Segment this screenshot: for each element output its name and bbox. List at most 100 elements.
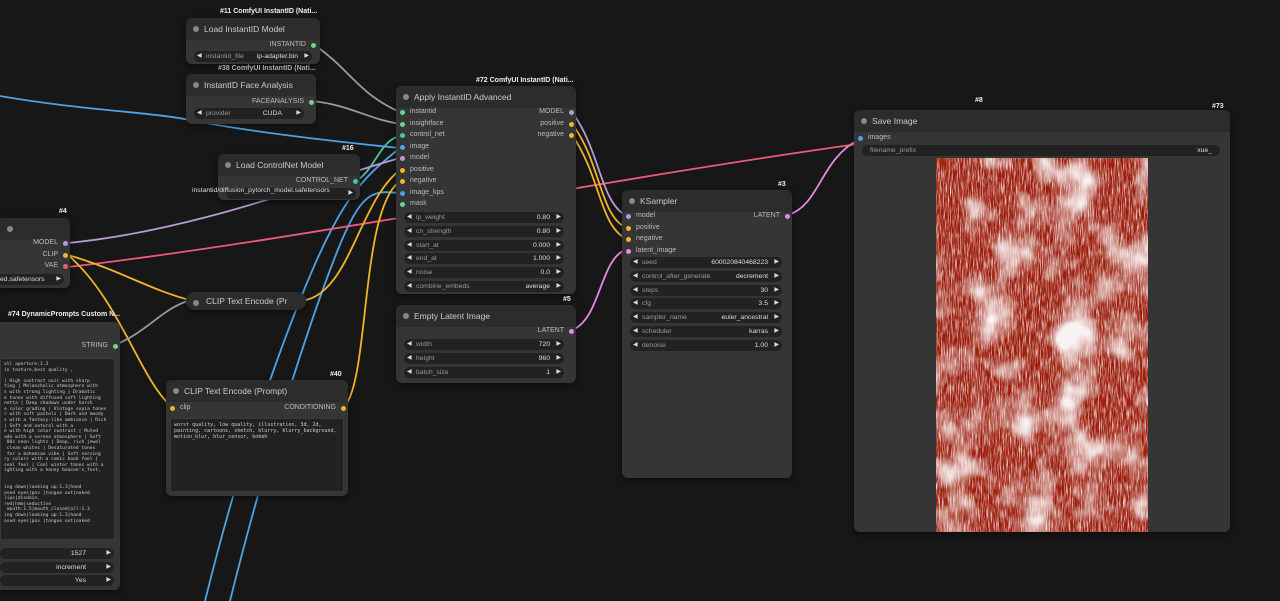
slot-dot[interactable] [400, 156, 405, 161]
slot-dot[interactable] [63, 241, 68, 246]
dynamic-prompts-node[interactable]: STRING all aperture:1.3 in texture,best … [0, 322, 120, 590]
input-image[interactable]: image [400, 143, 429, 150]
arrow-right-icon[interactable]: ▶ [556, 281, 561, 292]
output-positive[interactable]: positive [540, 120, 574, 127]
widget-start-at[interactable]: ◀ start_at 0.000 ▶ [404, 239, 564, 251]
input-insightface[interactable]: insightface [400, 120, 443, 127]
output-faceanalysis[interactable]: FACEANALYSIS [252, 98, 314, 105]
node-title[interactable]: Save Image [854, 110, 1230, 132]
output-image-preview[interactable] [936, 158, 1148, 532]
slot-dot[interactable] [569, 133, 574, 138]
seed-widget[interactable]: 1527 ▶ [0, 548, 114, 559]
arrow-left-icon[interactable]: ◀ [407, 367, 412, 378]
output-model[interactable]: MODEL [33, 239, 68, 246]
slot-dot[interactable] [626, 248, 631, 254]
widget-control-after-generate[interactable]: ◀ control_after_generate decrement ▶ [630, 270, 782, 282]
input-mask[interactable]: mask [400, 200, 427, 207]
slot-dot[interactable] [400, 121, 405, 127]
widget-cfg[interactable]: ◀ cfg 3.5 ▶ [630, 298, 782, 310]
enabled-widget[interactable]: Yes ▶ [0, 575, 114, 586]
arrow-left-icon[interactable]: ◀ [633, 285, 638, 296]
slot-dot[interactable] [626, 225, 631, 231]
control-widget[interactable]: increment ▶ [0, 562, 114, 573]
widget-steps[interactable]: ◀ steps 30 ▶ [630, 284, 782, 296]
slot-dot[interactable] [626, 214, 631, 219]
output-latent[interactable]: LATENT [754, 212, 790, 219]
slot-dot[interactable] [400, 190, 405, 196]
input-negative[interactable]: negative [626, 235, 662, 242]
output-conditioning[interactable]: CONDITIONING [284, 404, 346, 411]
arrow-left-icon[interactable]: ◀ [407, 267, 412, 278]
clip-encode-positive-node[interactable]: CLIP Text Encode (Pr [186, 292, 306, 310]
arrow-left-icon[interactable]: ◀ [407, 253, 412, 264]
arrow-right-icon[interactable]: ▶ [304, 51, 309, 62]
arrow-right-icon[interactable]: ▶ [556, 253, 561, 264]
arrow-right-icon[interactable]: ▶ [556, 339, 561, 350]
provider-select[interactable]: ◀ provider CUDA ▶ [194, 108, 304, 119]
arrow-left-icon[interactable]: ◀ [197, 108, 202, 119]
filename-prefix-input[interactable]: filename_prefix xue_ [862, 145, 1220, 156]
widget-height[interactable]: ◀ height 960 ▶ [404, 353, 564, 364]
widget-ip-weight[interactable]: ◀ ip_weight 0.80 ▶ [404, 212, 564, 223]
input-clip[interactable]: clip [170, 404, 191, 411]
clip-encode-negative-node[interactable]: CLIP Text Encode (Prompt) clip CONDITION… [166, 380, 348, 496]
slot-dot[interactable] [400, 144, 405, 150]
widget-seed[interactable]: ◀ seed 600020840468223 ▶ [630, 257, 782, 268]
instantid-file-select[interactable]: ◀ instantid_file ip-adapter.bin ▶ [194, 51, 312, 62]
slot-dot[interactable] [400, 110, 405, 115]
input-model[interactable]: model [400, 154, 429, 161]
arrow-left-icon[interactable]: ◀ [633, 298, 638, 309]
input-latent-image[interactable]: latent_image [626, 247, 676, 254]
slot-dot[interactable] [569, 110, 574, 115]
arrow-left-icon[interactable]: ◀ [633, 326, 638, 337]
output-model[interactable]: MODEL [539, 108, 574, 115]
output-control-net[interactable]: CONTROL_NET [296, 177, 358, 184]
node-title[interactable]: Load ControlNet Model [218, 154, 360, 176]
apply-instantid-node[interactable]: Apply InstantID Advanced instantid insigh… [396, 86, 576, 294]
input-positive[interactable]: positive [400, 166, 434, 173]
arrow-left-icon[interactable]: ◀ [633, 257, 638, 268]
arrow-left-icon[interactable]: ◀ [407, 339, 412, 350]
arrow-right-icon[interactable]: ▶ [348, 188, 353, 199]
widget-batch-size[interactable]: ◀ batch_size 1 ▶ [404, 367, 564, 378]
arrow-right-icon[interactable]: ▶ [556, 367, 561, 378]
arrow-right-icon[interactable]: ▶ [106, 575, 111, 586]
slot-dot[interactable] [626, 237, 631, 242]
slot-dot[interactable] [400, 202, 405, 207]
prompt-textarea[interactable]: all aperture:1.3 in texture,best quality… [0, 358, 115, 540]
face-analysis-node[interactable]: InstantID Face Analysis FACEANALYSIS ◀ p… [186, 74, 316, 124]
arrow-right-icon[interactable]: ▶ [774, 340, 779, 351]
arrow-left-icon[interactable]: ◀ [407, 353, 412, 364]
node-title[interactable]: Apply InstantID Advanced [396, 86, 576, 108]
input-images[interactable]: images [858, 134, 891, 141]
slot-dot[interactable] [400, 179, 405, 184]
output-clip[interactable]: CLIP [42, 251, 68, 258]
input-image-kps[interactable]: image_kps [400, 189, 444, 196]
arrow-left-icon[interactable]: ◀ [407, 226, 412, 237]
arrow-right-icon[interactable]: ▶ [774, 298, 779, 309]
input-instantid[interactable]: instantid [400, 108, 436, 115]
arrow-left-icon[interactable]: ◀ [633, 271, 638, 282]
arrow-right-icon[interactable]: ▶ [774, 285, 779, 296]
arrow-right-icon[interactable]: ▶ [556, 353, 561, 364]
checkpoint-node[interactable]: MODEL CLIP VAE ed.safetensors ▶ [0, 218, 70, 288]
arrow-right-icon[interactable]: ▶ [106, 548, 111, 559]
arrow-left-icon[interactable]: ◀ [197, 51, 202, 62]
widget-denoise[interactable]: ◀ denoise 1.00 ▶ [630, 339, 782, 351]
widget-combine-embeds[interactable]: ◀ combine_embeds average ▶ [404, 281, 564, 292]
output-vae[interactable]: VAE [45, 262, 68, 269]
input-negative[interactable]: negative [400, 177, 436, 184]
arrow-right-icon[interactable]: ▶ [556, 226, 561, 237]
widget-noise[interactable]: ◀ noise 0.0 ▶ [404, 267, 564, 279]
input-model[interactable]: model [626, 212, 655, 219]
output-string[interactable]: STRING [82, 342, 118, 349]
arrow-right-icon[interactable]: ▶ [106, 562, 111, 573]
slot-dot[interactable] [400, 167, 405, 173]
node-title[interactable]: CLIP Text Encode (Prompt) [166, 380, 348, 402]
widget-sampler-name[interactable]: ◀ sampler_name euler_ancestral ▶ [630, 312, 782, 324]
output-instantid[interactable]: INSTANTID [270, 41, 316, 48]
arrow-right-icon[interactable]: ▶ [556, 267, 561, 278]
output-negative[interactable]: negative [538, 131, 574, 138]
slot-dot[interactable] [400, 133, 405, 138]
arrow-right-icon[interactable]: ▶ [56, 274, 61, 285]
